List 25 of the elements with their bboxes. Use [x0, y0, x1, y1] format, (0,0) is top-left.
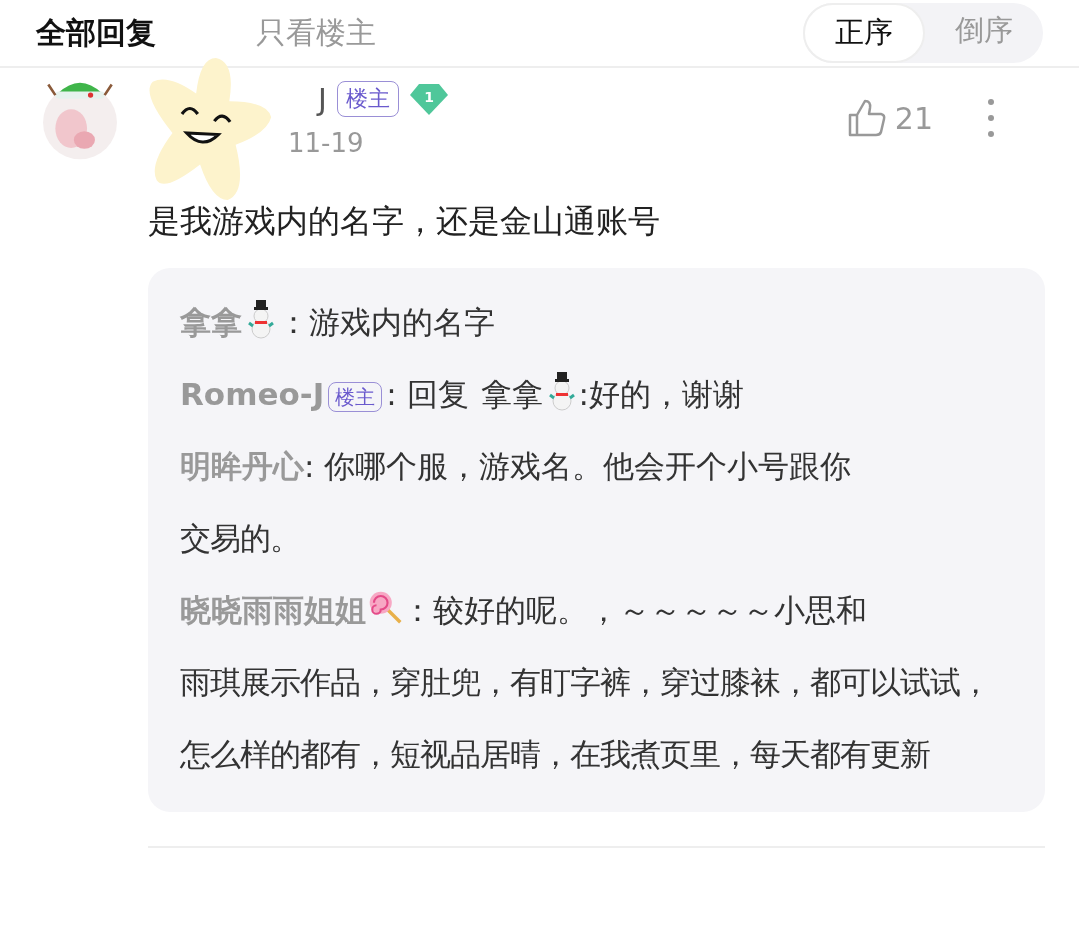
owner-tag: 楼主 — [336, 80, 399, 118]
thumbs-up-icon[interactable] — [846, 98, 887, 138]
mentioned-user[interactable]: 拿拿 — [480, 376, 543, 412]
reply-text: ：游戏内的名字 — [278, 304, 495, 340]
reply-author[interactable]: 明眸丹心 — [180, 448, 304, 484]
reply-text: : 回复 — [386, 376, 469, 412]
post-date: 11-19 — [288, 128, 365, 158]
reply-text: ：较好的呢。，～～～～～小思和 — [402, 592, 867, 628]
tab[interactable]: 全部回复 — [36, 12, 156, 54]
owner-tag: 楼主 — [328, 381, 383, 412]
more-icon[interactable] — [987, 98, 995, 138]
tab[interactable]: 只看楼主 — [256, 12, 376, 54]
sort-button[interactable]: 倒序 — [925, 3, 1043, 63]
comment-text: 是我游戏内的名字，还是金山通账号 — [148, 201, 661, 242]
reply-text: :好的，谢谢 — [578, 376, 744, 412]
reply-text: : 你哪个服，游戏名。他会开个小号跟你 — [304, 448, 852, 484]
reply-text: 交易的。 — [180, 519, 301, 558]
reply-author[interactable]: 拿拿 — [180, 304, 242, 340]
reply-author[interactable]: 晓晓雨雨姐姐 — [180, 592, 366, 628]
reply-text: 雨琪展示作品，穿肚兜，有盯字裤，穿过膝袜，都可以试试，怎么样的都有，短视品居晴，在我煮页里，每天都有更新 — [180, 663, 991, 774]
like-count: 21 — [894, 100, 933, 136]
username[interactable]: J — [318, 81, 327, 117]
reply-author[interactable]: Romeo-J — [180, 376, 325, 412]
sort-button[interactable]: 正序 — [803, 3, 925, 63]
level-badge: 1 — [408, 82, 449, 116]
